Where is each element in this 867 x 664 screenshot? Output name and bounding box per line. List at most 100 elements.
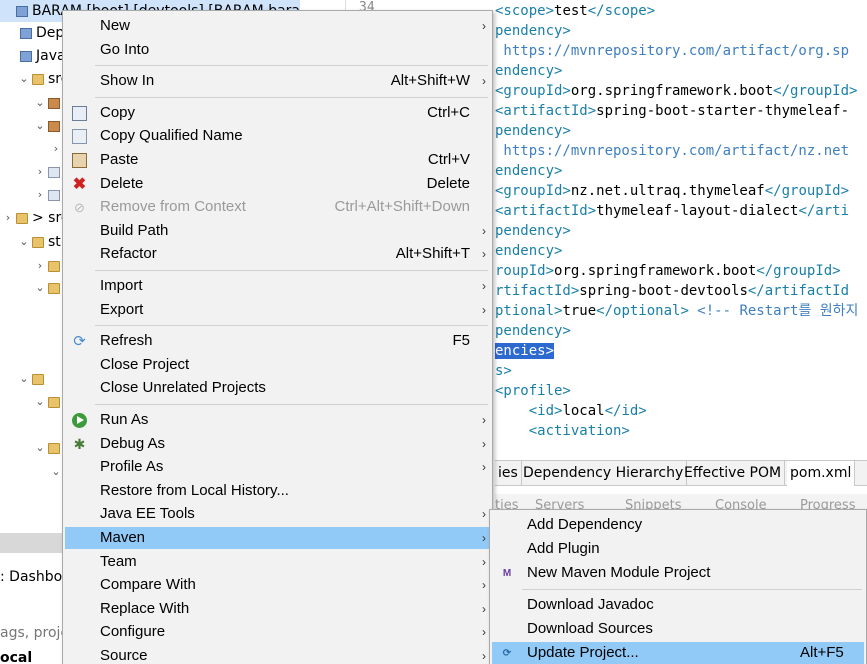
tree-node-icon — [48, 167, 60, 178]
menu-item-download-javadoc[interactable]: Download Javadoc — [492, 594, 864, 616]
submenu-arrow-icon: › — [482, 601, 486, 616]
menu-item-restore-from-local-history[interactable]: Restore from Local History... — [65, 480, 490, 502]
menu-item-refactor[interactable]: Refactor Alt+Shift+T › — [65, 243, 490, 265]
tree-item-label: st — [48, 234, 61, 250]
code-line: <activation> — [495, 421, 630, 441]
menu-item-new[interactable]: New › — [65, 15, 490, 37]
menu-item-team[interactable]: Team › — [65, 551, 490, 573]
menu-item-copy[interactable]: Copy Ctrl+C — [65, 102, 490, 124]
menu-item-maven[interactable]: Maven › — [65, 527, 490, 549]
menu-item-label: Profile As — [100, 458, 164, 476]
context-menu: New › Go Into Show In Alt+Shift+W › Copy Ctrl+C… — [62, 10, 493, 664]
menu-item-label: Replace With — [100, 599, 190, 617]
expand-toggle-icon[interactable]: ⌄ — [34, 437, 46, 459]
expand-toggle-icon[interactable]: ⌄ — [18, 368, 30, 390]
code-token: <groupId> — [495, 183, 571, 199]
refresh-icon: ⟳ — [73, 333, 86, 351]
code-token: test — [554, 3, 588, 19]
menu-item-new-maven-module-project[interactable]: M New Maven Module Project — [492, 562, 864, 584]
menu-item-copy-qualified-name[interactable]: Copy Qualified Name — [65, 125, 490, 147]
expand-toggle-icon[interactable]: ⌄ — [18, 68, 30, 90]
tab-ies[interactable]: ies — [495, 461, 522, 486]
code-token: nz.net.ultraq.thymeleaf — [570, 183, 765, 199]
menu-item-refresh[interactable]: ⟳ Refresh F5 — [65, 330, 490, 352]
menu-item-add-dependency[interactable]: Add Dependency — [492, 514, 864, 536]
menu-item-download-sources[interactable]: Download Sources — [492, 618, 864, 640]
menu-item-compare-with[interactable]: Compare With › — [65, 574, 490, 596]
tree-node-icon — [16, 213, 28, 224]
code-line: roupId>org.springframework.boot</groupId… — [495, 261, 841, 281]
code-line: <artifactId>spring-boot-starter-thymelea… — [495, 101, 849, 121]
code-token: endency> — [495, 163, 563, 179]
code-line: ptional>true</optional> <!-- Restart를 원하… — [495, 301, 858, 321]
maven-submenu: Add Dependency Add Plugin M New Maven Modul… — [489, 509, 867, 664]
expand-toggle-icon[interactable]: ⌄ — [18, 231, 30, 253]
menu-item-label: Refactor — [100, 245, 157, 263]
menu-item-add-plugin[interactable]: Add Plugin — [492, 538, 864, 560]
code-token: </groupId> — [756, 263, 841, 279]
eclipse-window: BARAM [boot] [devtools] [BARAM baram]Dep… — [0, 0, 867, 664]
menu-item-run-as[interactable]: Run As › — [65, 409, 490, 431]
expand-toggle-icon[interactable]: ⌄ — [34, 115, 46, 137]
expand-toggle-icon[interactable]: ⌄ — [34, 277, 46, 299]
expand-toggle-icon[interactable]: › — [2, 207, 14, 229]
code-token: pendency> — [495, 323, 571, 339]
code-line: pendency> — [495, 121, 571, 141]
menu-separator — [95, 404, 488, 405]
xml-editor[interactable]: <scope>test</scope> pendency> https://mvn… — [495, 0, 867, 445]
code-line: endency> — [495, 61, 562, 81]
expand-toggle-icon[interactable]: › — [34, 255, 46, 277]
submenu-arrow-icon: › — [482, 554, 486, 569]
code-token: s> — [495, 363, 512, 379]
tree-node-icon — [32, 74, 44, 85]
code-line: <id>local</id> — [495, 401, 647, 421]
menu-item-configure[interactable]: Configure › — [65, 621, 490, 643]
tree-node-icon — [48, 443, 60, 454]
debug-icon: ✱ — [73, 435, 86, 452]
menu-item-delete[interactable]: ✖ Delete Delete — [65, 173, 490, 195]
expand-toggle-icon[interactable]: › — [34, 161, 46, 183]
code-token: pendency> — [495, 223, 571, 239]
menu-item-profile-as[interactable]: Profile As › — [65, 456, 490, 478]
menu-item-close-unrelated-projects[interactable]: Close Unrelated Projects — [65, 377, 490, 399]
menu-item-replace-with[interactable]: Replace With › — [65, 598, 490, 620]
menu-item-close-project[interactable]: Close Project — [65, 354, 490, 376]
expand-toggle-icon[interactable]: ⌄ — [34, 92, 46, 114]
tab-effective-pom[interactable]: Effective POM — [681, 461, 786, 486]
code-token: endency> — [495, 243, 563, 259]
menu-item-label: Build Path — [100, 221, 169, 239]
new-maven-module-icon: M — [502, 568, 512, 579]
shortcut-label: Ctrl+C — [427, 103, 470, 121]
tree-node-icon — [32, 374, 44, 385]
menu-item-show-in[interactable]: Show In Alt+Shift+W › — [65, 70, 490, 92]
menu-item-debug-as[interactable]: ✱ Debug As › — [65, 433, 490, 455]
menu-item-label: Source — [100, 647, 148, 664]
tab-pom-xml[interactable]: pom.xml — [787, 461, 856, 486]
menu-item-label: Show In — [100, 72, 155, 90]
menu-item-label: Import — [100, 277, 143, 294]
menu-item-label: Configure — [100, 623, 166, 641]
shortcut-label: Alt+Shift+W — [390, 72, 470, 90]
dashboard-tab[interactable]: : Dashboa — [0, 565, 71, 589]
menu-item-export[interactable]: Export › — [65, 299, 490, 321]
submenu-arrow-icon: › — [482, 279, 486, 293]
menu-item-import[interactable]: Import › — [65, 275, 490, 297]
code-token: https://mvnrepository.com/artifact/org.s… — [495, 43, 850, 59]
menu-item-build-path[interactable]: Build Path › — [65, 220, 490, 242]
menu-item-go-into[interactable]: Go Into — [65, 39, 490, 61]
menu-item-update-project[interactable]: ⟳ Update Project... Alt+F5 — [492, 642, 864, 664]
menu-item-paste[interactable]: Paste Ctrl+V — [65, 149, 490, 171]
dashboard-search-input[interactable]: ags, proje — [0, 622, 69, 644]
menu-item-label: Compare With — [100, 576, 196, 594]
expand-toggle-icon[interactable]: ⌄ — [34, 391, 46, 413]
submenu-arrow-icon: › — [482, 302, 486, 317]
menu-item-label: Add Dependency — [527, 516, 643, 533]
menu-item-source[interactable]: Source › — [65, 645, 490, 664]
menu-item-label: Go Into — [100, 40, 150, 58]
menu-item-label: Download Sources — [527, 620, 653, 637]
menu-item-java-ee-tools[interactable]: Java EE Tools › — [65, 503, 490, 525]
tab-dependency-hierarchy[interactable]: Dependency Hierarchy — [520, 461, 688, 486]
expand-toggle-icon[interactable]: › — [50, 138, 62, 160]
expand-toggle-icon[interactable]: ⌄ — [50, 461, 62, 483]
expand-toggle-icon[interactable]: › — [34, 184, 46, 206]
